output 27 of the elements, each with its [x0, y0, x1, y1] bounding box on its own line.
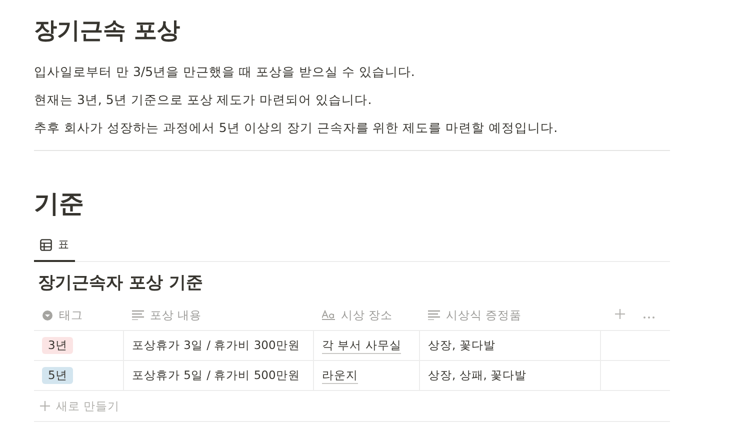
title-aa-icon [322, 310, 335, 320]
paragraph: 현재는 3년, 5년 기준으로 포상 제도가 마련되어 있습니다. [34, 91, 373, 109]
tag: 5년 [42, 367, 74, 384]
table-cell: 상장, 꽃다발 [420, 331, 601, 361]
table-cell: 포상휴가 3일 / 휴가비 300만원 [124, 331, 314, 361]
section-heading: 기준 [34, 188, 85, 220]
column-header[interactable]: 포상 내용 [124, 300, 314, 331]
column-header[interactable]: 태그 [34, 300, 124, 331]
new-row-button[interactable]: 새로 만들기 [34, 391, 670, 422]
table-title: 장기근속자 포상 기준 [38, 272, 204, 295]
tag: 3년 [42, 337, 74, 354]
add-column-icon[interactable] [615, 308, 625, 322]
paragraph: 추후 회사가 성장하는 과정에서 5년 이상의 장기 근속자를 위한 제도를 마련할 예정입니다. [34, 119, 559, 137]
text-lines-icon [428, 310, 440, 320]
place-link[interactable]: 라운지 [322, 368, 358, 384]
column-header[interactable]: 시상 장소 [314, 300, 420, 331]
paragraph: 입사일로부터 만 3/5년을 만근했을 때 포상을 받으실 수 있습니다. [34, 63, 416, 81]
dropdown-circle-icon [42, 310, 53, 320]
place-link[interactable]: 각 부서 사무실 [322, 338, 402, 354]
table-icon [40, 238, 52, 250]
page-title: 장기근속 포상 [34, 17, 182, 46]
view-tab[interactable]: 표 [34, 233, 75, 262]
table-cell: 상장, 상패, 꽃다발 [420, 361, 601, 391]
text-lines-icon [132, 310, 144, 320]
column-header[interactable]: 시상식 증정품 [420, 300, 601, 331]
table-cell: 포상휴가 5일 / 휴가비 500만원 [124, 361, 314, 391]
plus-icon [40, 401, 50, 411]
